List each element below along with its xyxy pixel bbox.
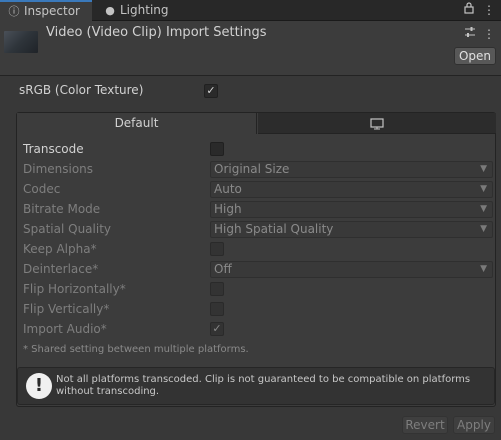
kebab-menu-icon[interactable]: ⋮ [483, 3, 495, 17]
lightbulb-icon: ● [105, 4, 115, 17]
video-thumbnail [4, 31, 38, 53]
chevron-down-icon: ▼ [480, 224, 487, 234]
open-button[interactable]: Open [454, 47, 496, 65]
spatial-quality-dropdown[interactable]: High Spatial Quality ▼ [210, 221, 493, 238]
chevron-down-icon: ▼ [480, 184, 487, 194]
bitrate-mode-value: High [214, 202, 242, 216]
tab-lighting[interactable]: ● Lighting [96, 0, 176, 21]
flip-horizontally-checkbox[interactable] [210, 282, 224, 296]
revert-button[interactable]: Revert [402, 416, 448, 434]
info-icon: ⓘ [8, 5, 20, 18]
codec-dropdown[interactable]: Auto ▼ [210, 181, 493, 198]
monitor-icon [370, 116, 384, 130]
lock-icon[interactable] [463, 2, 475, 17]
tab-bar-icons: ⋮ [459, 2, 495, 18]
transcode-label: Transcode [23, 142, 84, 156]
deinterlace-dropdown[interactable]: Off ▼ [210, 261, 493, 278]
warning-helpbox: ! Not all platforms transcoded. Clip is … [17, 367, 495, 405]
tab-bar: ⓘ Inspector ● Lighting ⋮ [0, 0, 501, 21]
tab-lighting-label: Lighting [120, 3, 169, 17]
flip-vertically-checkbox[interactable] [210, 302, 224, 316]
deinterlace-label: Deinterlace* [23, 262, 99, 276]
codec-value: Auto [214, 182, 242, 196]
page-title: Video (Video Clip) Import Settings [46, 25, 267, 40]
platform-settings-panel: Default [16, 112, 496, 407]
preset-sliders-icon[interactable] [464, 26, 476, 41]
codec-label: Codec [23, 182, 61, 196]
spatial-quality-value: High Spatial Quality [214, 222, 334, 236]
tab-default-platform[interactable]: Default [17, 113, 257, 134]
srgb-label: sRGB (Color Texture) [19, 83, 144, 97]
keep-alpha-label: Keep Alpha* [23, 242, 97, 256]
checkmark-icon: ✓ [206, 84, 216, 97]
chevron-down-icon: ▼ [480, 164, 487, 174]
srgb-checkbox[interactable]: ✓ [204, 84, 218, 98]
flip-vertically-label: Flip Vertically* [23, 302, 110, 316]
spatial-quality-label: Spatial Quality [23, 222, 112, 236]
dimensions-value: Original Size [214, 162, 290, 176]
apply-button[interactable]: Apply [453, 416, 495, 434]
import-audio-label: Import Audio* [23, 322, 107, 336]
flip-horizontally-label: Flip Horizontally* [23, 282, 126, 296]
warning-icon: ! [26, 373, 52, 399]
dimensions-label: Dimensions [23, 162, 94, 176]
deinterlace-value: Off [214, 262, 232, 276]
tab-standalone-platform[interactable] [258, 113, 496, 134]
chevron-down-icon: ▼ [480, 264, 487, 274]
warning-text: Not all platforms transcoded. Clip is no… [56, 374, 471, 397]
shared-setting-note: * Shared setting between multiple platfo… [23, 344, 249, 355]
tab-inspector[interactable]: ⓘ Inspector [0, 0, 92, 21]
header-icons: ⋮ [461, 26, 495, 41]
inspector-header: Video (Video Clip) Import Settings ⋮ Ope… [0, 21, 501, 76]
checkmark-icon: ✓ [212, 322, 222, 335]
tab-default-label: Default [114, 116, 159, 130]
kebab-menu-icon[interactable]: ⋮ [483, 27, 495, 41]
bitrate-mode-label: Bitrate Mode [23, 202, 101, 216]
bitrate-mode-dropdown[interactable]: High ▼ [210, 201, 493, 218]
chevron-down-icon: ▼ [480, 204, 487, 214]
keep-alpha-checkbox[interactable] [210, 242, 224, 256]
dimensions-dropdown[interactable]: Original Size ▼ [210, 161, 493, 178]
transcode-checkbox[interactable] [210, 142, 224, 156]
tab-inspector-label: Inspector [24, 4, 80, 18]
import-audio-checkbox[interactable]: ✓ [210, 322, 224, 336]
